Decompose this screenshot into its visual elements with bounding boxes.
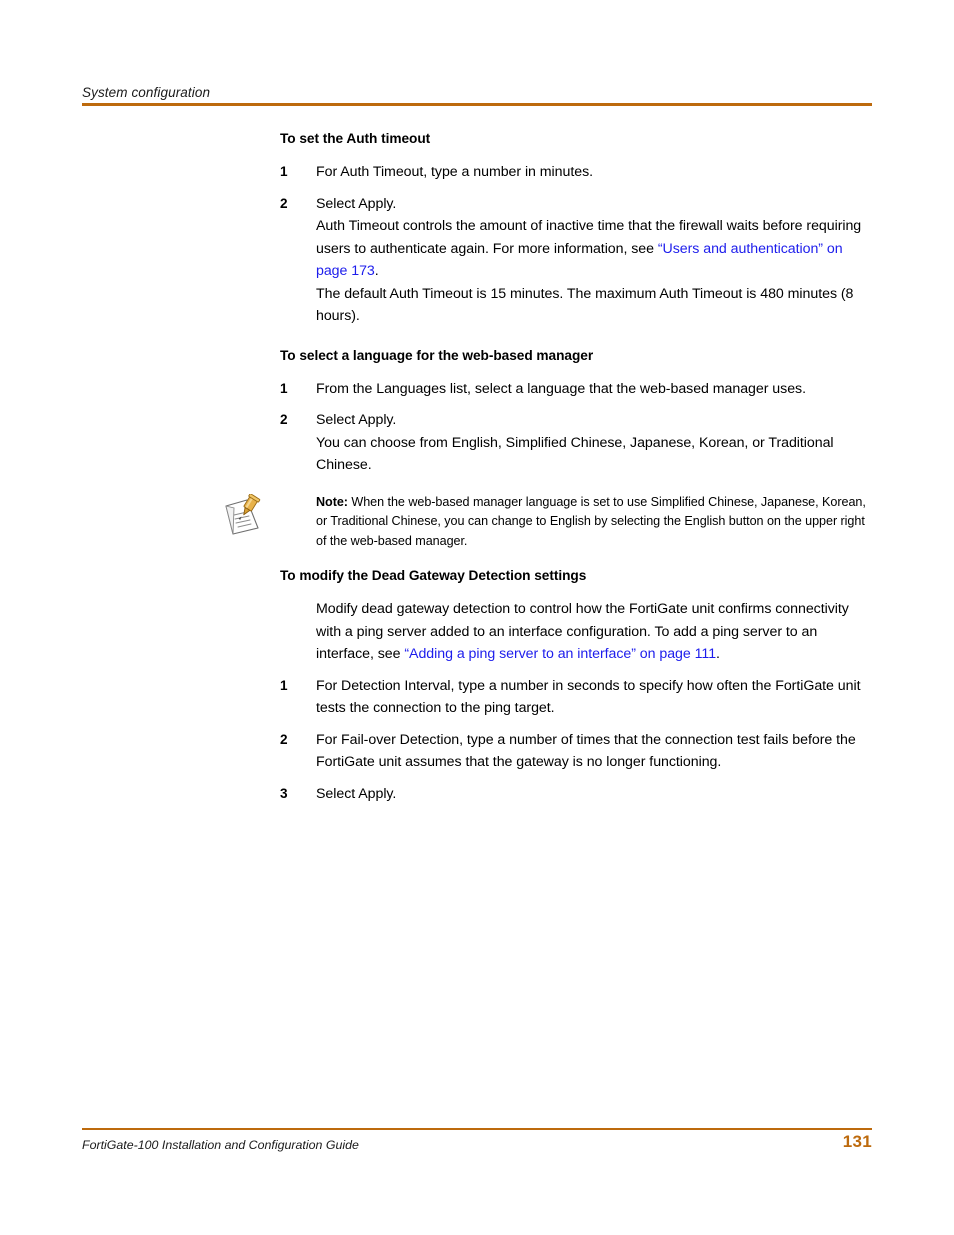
- paragraph-text-tail: .: [716, 646, 720, 662]
- step-number: 1: [280, 164, 288, 179]
- section-heading: To set the Auth timeout: [280, 131, 431, 146]
- section-select-language: To select a language for the web-based m…: [82, 347, 872, 477]
- step-item: 1 For Auth Timeout, type a number in min…: [280, 161, 872, 184]
- step-item: 1 For Detection Interval, type a number …: [280, 675, 872, 720]
- section-paragraph: You can choose from English, Simplified …: [316, 434, 834, 474]
- step-item: 2 For Fail-over Detection, type a number…: [280, 729, 872, 774]
- document-page: System configuration To set the Auth tim…: [0, 0, 954, 1235]
- note-callout: Note: When the web-based manager languag…: [225, 492, 872, 552]
- step-text: Select Apply.: [316, 195, 397, 212]
- note-label: Note:: [316, 494, 348, 509]
- step-text: Select Apply.: [316, 785, 397, 802]
- step-item: 1 From the Languages list, select a lang…: [280, 378, 872, 401]
- page-number: 131: [842, 1132, 872, 1151]
- paragraph-text-tail: .: [374, 263, 379, 279]
- step-text: For Detection Interval, type a number in…: [316, 677, 861, 717]
- footer-rule: [82, 1128, 872, 1130]
- step-item: 2 Select Apply.: [280, 193, 872, 216]
- page-body: To set the Auth timeout 1 For Auth Timeo…: [82, 130, 872, 805]
- section-intro-paragraph: Modify dead gateway detection to control…: [280, 598, 872, 666]
- note-body: Note: When the web-based manager languag…: [316, 493, 872, 552]
- note-pencil-paper-icon: [220, 492, 264, 538]
- section-auth-timeout: To set the Auth timeout 1 For Auth Timeo…: [82, 130, 872, 328]
- step-number: 3: [280, 785, 288, 801]
- step-text: From the Languages list, select a langua…: [316, 380, 806, 397]
- step-item: 3 Select Apply.: [280, 783, 872, 806]
- step-item: 2 Select Apply.: [280, 409, 872, 432]
- step-number: 2: [280, 195, 288, 211]
- step-number: 1: [280, 677, 288, 693]
- cross-reference-link[interactable]: “Adding a ping server to an interface” o…: [404, 646, 716, 662]
- section-paragraph: The default Auth Timeout is 15 minutes. …: [316, 285, 854, 325]
- step-number: 2: [280, 412, 288, 427]
- step-text: For Fail-over Detection, type a number o…: [316, 731, 856, 771]
- header-rule: [82, 103, 872, 106]
- note-text: When the web-based manager language is s…: [316, 494, 866, 548]
- section-heading: To select a language for the web-based m…: [280, 347, 594, 363]
- running-header: System configuration: [82, 85, 211, 100]
- step-number: 1: [280, 380, 288, 396]
- section-heading: To modify the Dead Gateway Detection set…: [280, 568, 587, 583]
- section-paragraph: Auth Timeout controls the amount of inac…: [280, 215, 872, 283]
- step-number: 2: [280, 731, 288, 747]
- step-text: For Auth Timeout, type a number in minut…: [316, 164, 594, 180]
- footer-title: FortiGate-100 Installation and Configura…: [82, 1138, 359, 1152]
- section-dead-gateway-detection: To modify the Dead Gateway Detection set…: [82, 567, 872, 805]
- step-text: Select Apply.: [316, 412, 397, 428]
